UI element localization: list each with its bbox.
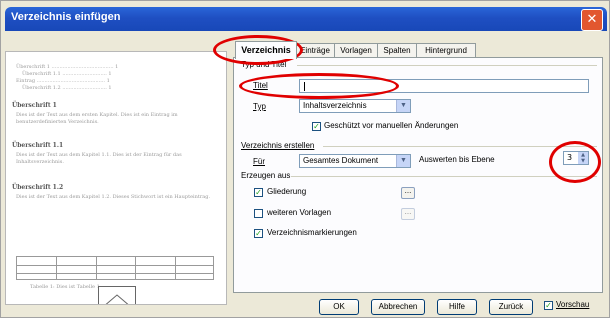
text-cursor: [304, 82, 305, 91]
tab-spalten[interactable]: Spalten: [377, 43, 417, 58]
weitere-vorlagen-checkbox[interactable]: [254, 209, 263, 218]
close-icon[interactable]: ✕: [581, 9, 603, 31]
tab-eintraege[interactable]: Einträge: [295, 43, 335, 58]
vorschau-label: Vorschau: [556, 300, 590, 309]
dialog-window: Verzeichnis einfügen ✕ Überschrift 1 ...…: [0, 0, 610, 318]
preview-toc-line: Überschrift 1 ..........................…: [16, 64, 119, 70]
preview-toc-line: Überschrift 1.1 ........................…: [22, 71, 112, 77]
preview-heading: Überschrift 1.2: [12, 184, 64, 191]
gliederung-checkbox[interactable]: ✓: [254, 188, 263, 197]
tab-verzeichnis[interactable]: Verzeichnis: [235, 41, 297, 59]
preview-pane: Überschrift 1 ..........................…: [5, 51, 227, 305]
geschuetzt-checkbox[interactable]: ✓: [312, 122, 321, 131]
vorschau-checkbox[interactable]: ✓: [544, 301, 553, 310]
weitere-vorlagen-more-button[interactable]: ...: [401, 208, 415, 220]
preview-toc-line: Eintrag ................................…: [16, 78, 110, 84]
title-bar[interactable]: Verzeichnis einfügen ✕: [5, 7, 607, 31]
preview-text: Dies ist der Text aus dem ersten Kapitel…: [16, 112, 178, 125]
verzeichnismarkierungen-label: Verzeichnismarkierungen: [267, 228, 357, 237]
section-erzeugen-aus: Erzeugen aus: [241, 171, 291, 180]
preview-frame-graphic: [105, 294, 129, 304]
preview-text: Dies ist der Text aus dem Kapitel 1.2. D…: [16, 194, 211, 200]
preview-table: [16, 256, 214, 280]
hilfe-button[interactable]: Hilfe: [437, 299, 477, 315]
section-typ-und-titel: Typ und Titel: [241, 60, 287, 69]
typ-select[interactable]: Inhaltsverzeichnis ▼: [299, 99, 411, 113]
preview-heading: Überschrift 1: [12, 102, 57, 109]
fuer-select-value: Gesamtes Dokument: [303, 156, 379, 165]
verzeichnismarkierungen-checkbox[interactable]: ✓: [254, 229, 263, 238]
ebene-spinner[interactable]: 3 ▲ ▼: [563, 151, 589, 165]
section-verzeichnis-erstellen: Verzeichnis erstellen: [241, 141, 315, 150]
fuer-select[interactable]: Gesamtes Dokument ▼: [299, 154, 411, 168]
titel-label: Titel: [253, 81, 268, 90]
typ-select-value: Inhaltsverzeichnis: [303, 101, 367, 110]
titel-input[interactable]: [299, 79, 589, 93]
abbrechen-button[interactable]: Abbrechen: [371, 299, 425, 315]
preview-caption: Tabelle 1: Dies ist Tabelle 1: [30, 284, 100, 290]
chevron-down-icon[interactable]: ▼: [396, 100, 410, 112]
tab-vorlagen[interactable]: Vorlagen: [334, 43, 378, 58]
chevron-down-icon[interactable]: ▼: [396, 155, 410, 167]
ebene-label: Auswerten bis Ebene: [419, 155, 495, 164]
spinner-arrows-icon[interactable]: ▲ ▼: [578, 152, 588, 164]
fuer-label: Für: [253, 157, 265, 166]
weitere-vorlagen-label: weiteren Vorlagen: [267, 208, 332, 217]
tab-hintergrund[interactable]: Hintergrund: [416, 43, 476, 58]
ebene-value: 3: [567, 153, 573, 162]
ok-button[interactable]: OK: [319, 299, 359, 315]
preview-heading: Überschrift 1.1: [12, 142, 64, 149]
preview-text: Dies ist der Text aus dem Kapitel 1.1. D…: [16, 152, 182, 165]
preview-frame: [98, 286, 136, 304]
zurueck-button[interactable]: Zurück: [489, 299, 533, 315]
preview-toc-line: Überschrift 1.2 ........................…: [22, 85, 112, 91]
gliederung-label: Gliederung: [267, 187, 307, 196]
dialog-title: Verzeichnis einfügen: [11, 11, 121, 23]
typ-label: Typ: [253, 102, 266, 111]
gliederung-more-button[interactable]: ...: [401, 187, 415, 199]
geschuetzt-label: Geschützt vor manuellen Änderungen: [324, 121, 459, 130]
